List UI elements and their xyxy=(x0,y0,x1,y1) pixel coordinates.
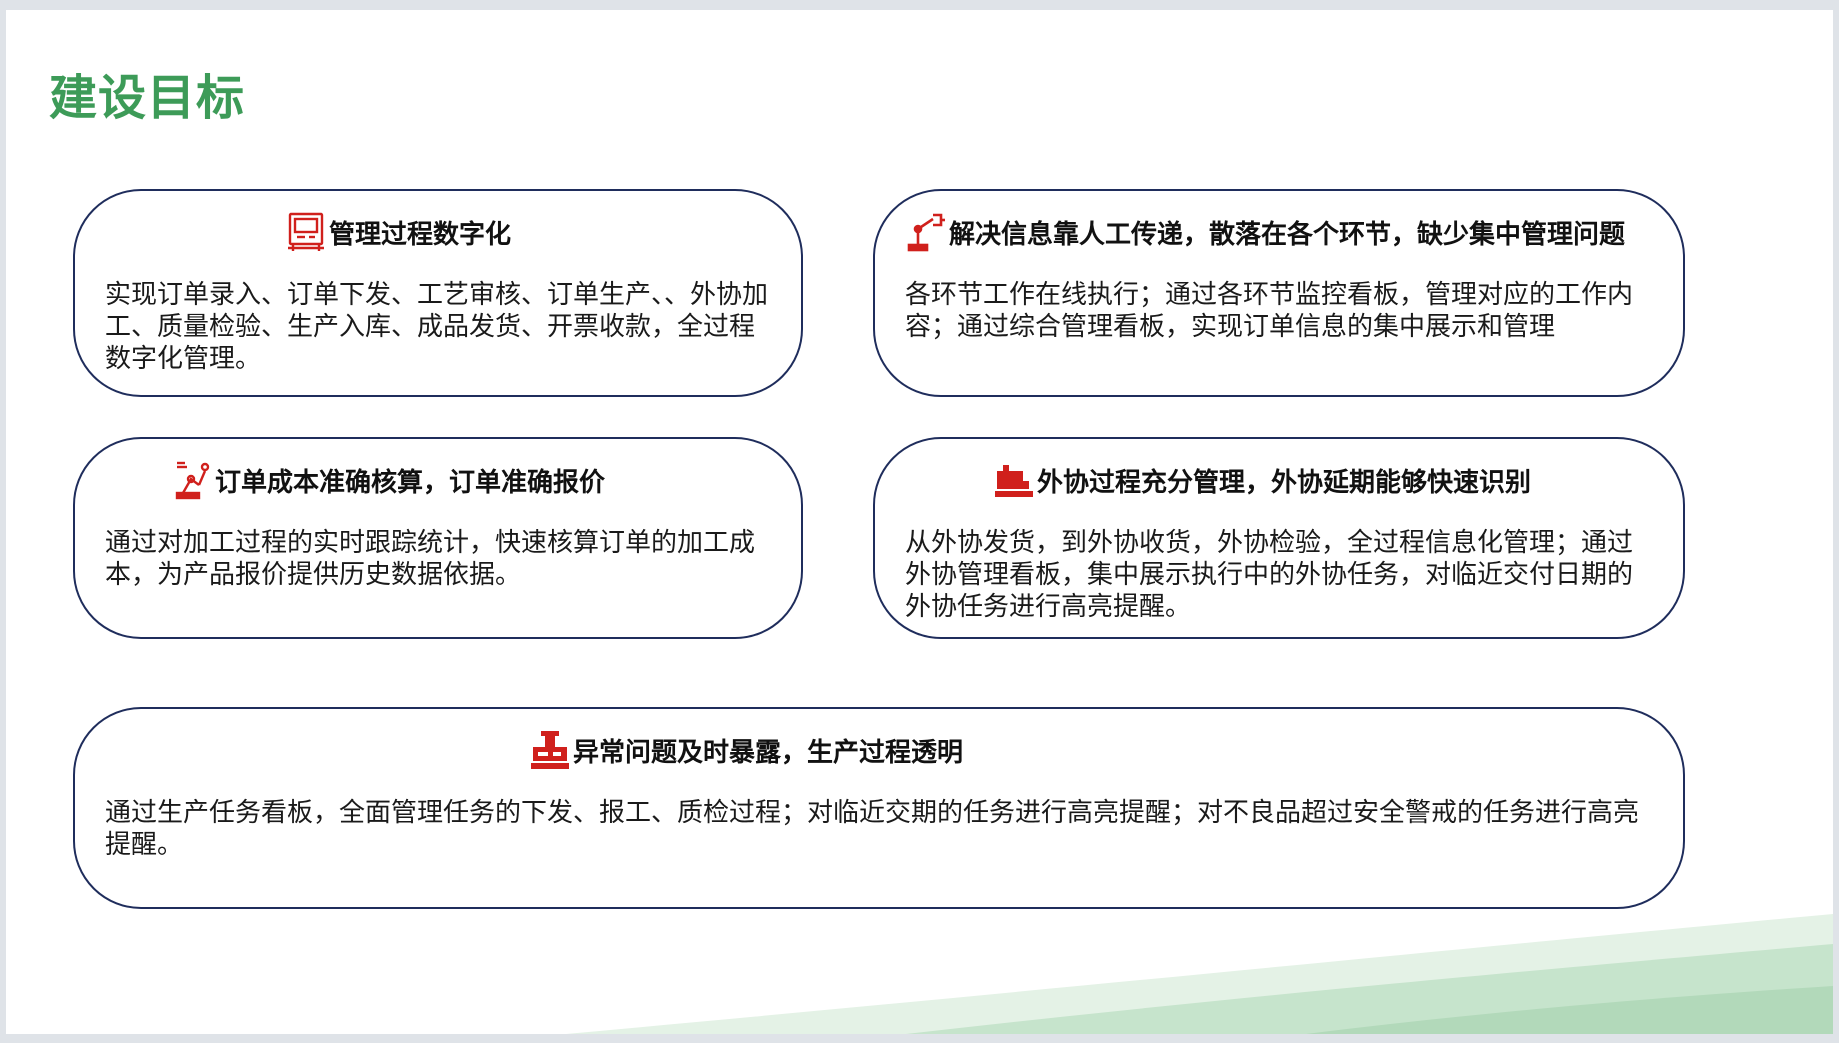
slide: 建设目标 管理过程数字化 实现订单录入、订单下发、工艺审核、订单生产、、外协加工… xyxy=(6,10,1833,1034)
card-title: 解决信息靠人工传递，散落在各个环节，缺少集中管理问题 xyxy=(949,219,1626,250)
card-body: 通过对加工过程的实时跟踪统计，快速核算订单的加工成本，为产品报价提供历史数据依据… xyxy=(105,528,756,590)
card-body: 实现订单录入、订单下发、工艺审核、订单生产、、外协加工、质量检验、生产入库、成品… xyxy=(105,280,769,374)
card-header: 异常问题及时暴露，生产过程透明 xyxy=(529,729,963,771)
decorative-wave xyxy=(566,914,1833,1034)
goal-card-digitalization: 管理过程数字化 实现订单录入、订单下发、工艺审核、订单生产、、外协加工、质量检验… xyxy=(73,189,803,397)
card-body: 各环节工作在线执行；通过各环节监控看板，管理对应的工作内容；通过综合管理看板，实… xyxy=(905,280,1634,342)
card-title: 异常问题及时暴露，生产过程透明 xyxy=(573,737,964,768)
robot-arm-icon xyxy=(905,211,947,253)
card-header: 管理过程数字化 xyxy=(285,211,511,253)
control-panel-icon xyxy=(285,211,327,253)
machine-tool-icon xyxy=(529,729,571,771)
industrial-robot-icon xyxy=(171,459,213,501)
goal-card-outsourcing: 外协过程充分管理，外协延期能够快速识别 从外协发货，到外协收货，外协检验，全过程… xyxy=(873,437,1685,639)
card-header: 订单成本准确核算，订单准确报价 xyxy=(171,459,605,501)
card-body: 通过生产任务看板，全面管理任务的下发、报工、质检过程；对临近交期的任务进行高亮提… xyxy=(105,798,1640,860)
goal-card-centralized-info: 解决信息靠人工传递，散落在各个环节，缺少集中管理问题 各环节工作在线执行；通过各… xyxy=(873,189,1685,397)
page-title: 建设目标 xyxy=(49,70,246,126)
sewing-machine-icon xyxy=(993,459,1035,501)
goal-card-cost-accounting: 订单成本准确核算，订单准确报价 通过对加工过程的实时跟踪统计，快速核算订单的加工… xyxy=(73,437,803,639)
card-title: 外协过程充分管理，外协延期能够快速识别 xyxy=(1037,467,1532,498)
card-title: 管理过程数字化 xyxy=(329,219,512,250)
card-title: 订单成本准确核算，订单准确报价 xyxy=(215,467,606,498)
card-body: 从外协发货，到外协收货，外协检验，全过程信息化管理；通过外协管理看板，集中展示执… xyxy=(905,528,1634,622)
card-header: 外协过程充分管理，外协延期能够快速识别 xyxy=(993,459,1531,501)
card-header: 解决信息靠人工传递，散落在各个环节，缺少集中管理问题 xyxy=(905,211,1625,253)
